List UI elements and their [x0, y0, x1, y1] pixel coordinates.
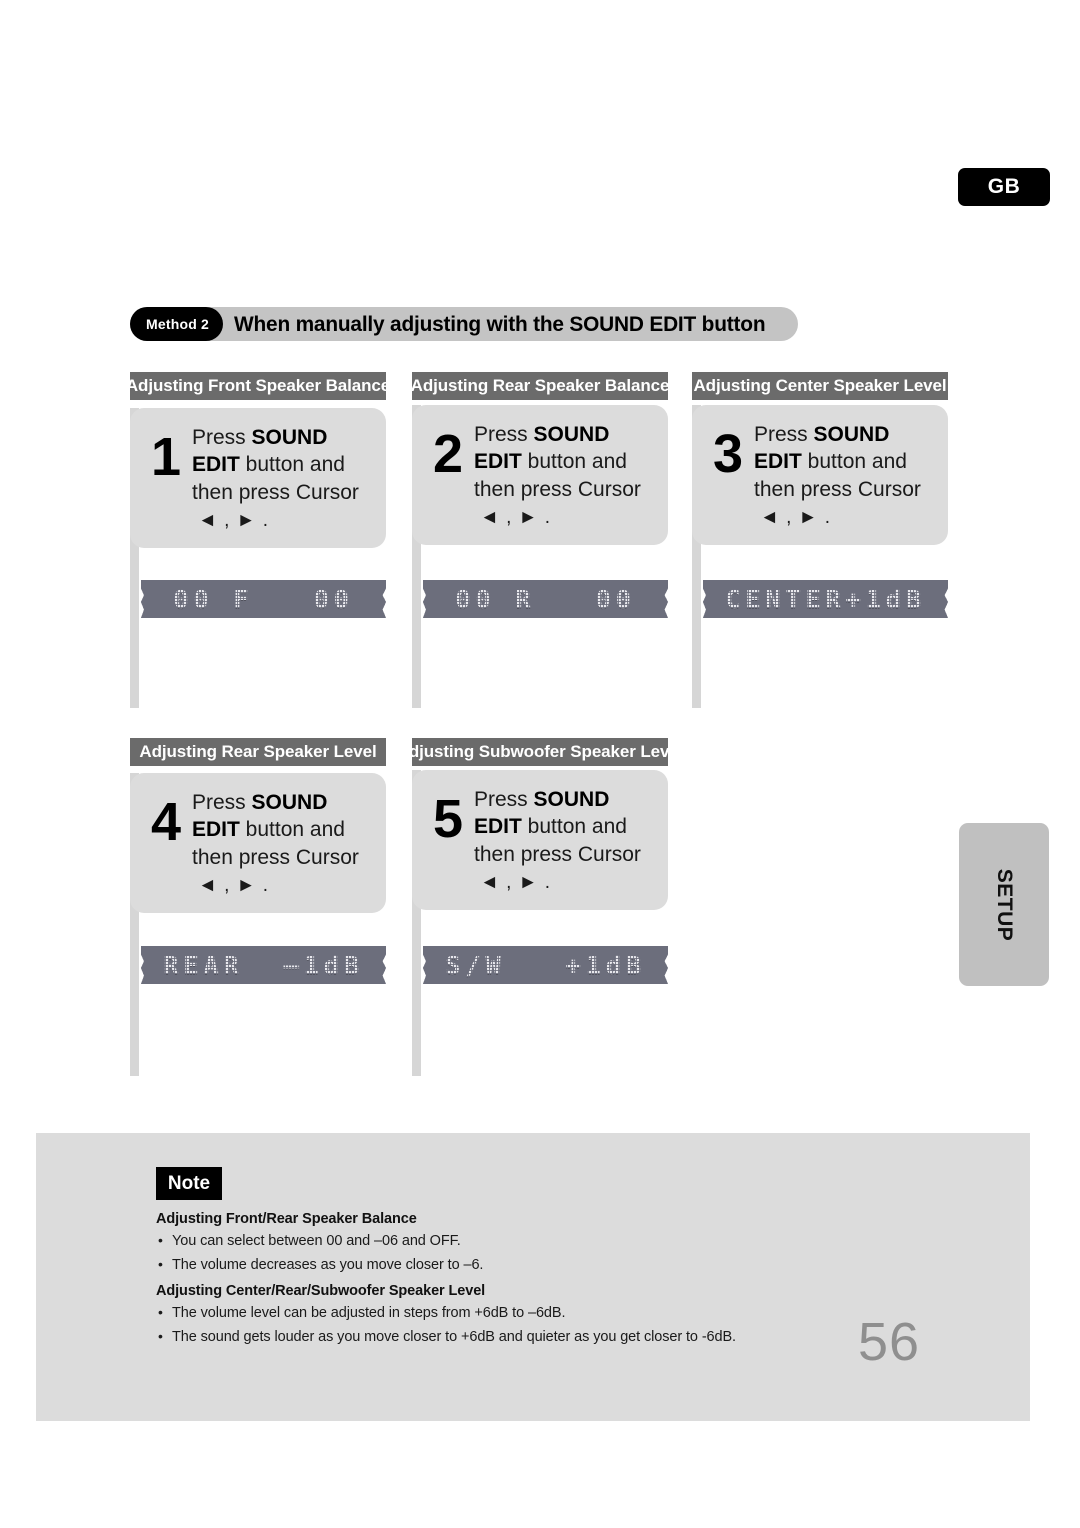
- step-number: 5: [432, 789, 464, 849]
- step-line-2: EDIT button and: [192, 818, 345, 842]
- cursor-arrows: ◄ , ► .: [198, 874, 270, 896]
- cursor-arrows: ◄ , ► .: [480, 506, 552, 528]
- cursor-arrows: ◄ , ► .: [198, 509, 270, 531]
- step-instruction: Press SOUND EDIT button and then press C…: [754, 417, 921, 529]
- lcd-text: S/W +1dB: [445, 950, 646, 980]
- step-box-5: 5 Press SOUND EDIT button and then press…: [412, 770, 668, 910]
- step-line-3: then press Cursor: [474, 477, 641, 501]
- lcd-display-4: REAR –1dB: [141, 946, 386, 984]
- step-line-1: Press SOUND: [192, 791, 328, 814]
- lcd-text: REAR –1dB: [163, 950, 364, 980]
- step-line-1: Press SOUND: [754, 423, 890, 446]
- step-number: 4: [150, 792, 182, 852]
- lcd-display-3: CENTER+1dB: [703, 580, 948, 618]
- method-banner: Method 2 When manually adjusting with th…: [130, 307, 798, 341]
- method-title: When manually adjusting with the SOUND E…: [234, 311, 766, 336]
- lcd-text: 00 F 00: [173, 584, 354, 614]
- cursor-arrows: ◄ , ► .: [760, 506, 832, 528]
- step-number: 2: [432, 424, 464, 484]
- step-instruction: Press SOUND EDIT button and then press C…: [192, 420, 359, 532]
- section-tab-setup: SETUP: [959, 823, 1049, 986]
- step-header-2: Adjusting Rear Speaker Balance: [411, 372, 669, 400]
- step-number: 3: [712, 424, 744, 484]
- language-tab-gb: GB: [958, 168, 1050, 206]
- page-number: 56: [858, 1312, 921, 1372]
- method-badge: Method 2: [130, 307, 224, 341]
- step-line-3: then press Cursor: [192, 845, 359, 869]
- lcd-display-1: 00 F 00: [141, 580, 386, 618]
- step-header-1: Adjusting Front Speaker Balance: [126, 372, 390, 400]
- step-instruction: Press SOUND EDIT button and then press C…: [474, 782, 641, 894]
- lcd-display-5: S/W +1dB: [423, 946, 668, 984]
- step-number: 1: [150, 427, 182, 487]
- step-header-5: Adjusting Subwoofer Speaker Level: [397, 738, 683, 766]
- note-bullet: You can select between 00 and –06 and OF…: [156, 1232, 996, 1249]
- step-line-1: Press SOUND: [474, 788, 610, 811]
- step-box-3: 3 Press SOUND EDIT button and then press…: [692, 405, 948, 545]
- step-header-3: Adjusting Center Speaker Level: [692, 372, 948, 400]
- step-instruction: Press SOUND EDIT button and then press C…: [474, 417, 641, 529]
- step-line-1: Press SOUND: [192, 426, 328, 449]
- step-line-3: then press Cursor: [474, 842, 641, 866]
- step-line-2: EDIT button and: [474, 815, 627, 839]
- step-line-2: EDIT button and: [474, 450, 627, 474]
- step-line-1: Press SOUND: [474, 423, 610, 446]
- section-tab-label: SETUP: [993, 868, 1016, 941]
- note-bullet: The volume decreases as you move closer …: [156, 1256, 996, 1273]
- lcd-text: CENTER+1dB: [725, 584, 926, 614]
- step-line-2: EDIT button and: [192, 453, 345, 477]
- note-panel: Note Adjusting Front/Rear Speaker Balanc…: [36, 1133, 1030, 1421]
- language-tab-label: GB: [987, 175, 1021, 198]
- step-box-4: 4 Press SOUND EDIT button and then press…: [130, 773, 386, 913]
- note-section-heading-2: Adjusting Center/Rear/Subwoofer Speaker …: [156, 1283, 486, 1299]
- note-badge: Note: [156, 1167, 222, 1200]
- step-box-2: 2 Press SOUND EDIT button and then press…: [412, 405, 668, 545]
- note-section-heading-1: Adjusting Front/Rear Speaker Balance: [156, 1211, 417, 1227]
- step-instruction: Press SOUND EDIT button and then press C…: [192, 785, 359, 897]
- manual-page: GB SETUP Method 2 When manually adjustin…: [0, 0, 1080, 1528]
- cursor-arrows: ◄ , ► .: [480, 871, 552, 893]
- lcd-display-2: 00 R 00: [423, 580, 668, 618]
- step-header-4: Adjusting Rear Speaker Level: [130, 738, 386, 766]
- step-box-1: 1 Press SOUND EDIT button and then press…: [130, 408, 386, 548]
- step-line-2: EDIT button and: [754, 450, 907, 474]
- step-line-3: then press Cursor: [192, 480, 359, 504]
- step-line-3: then press Cursor: [754, 477, 921, 501]
- lcd-text: 00 R 00: [455, 584, 636, 614]
